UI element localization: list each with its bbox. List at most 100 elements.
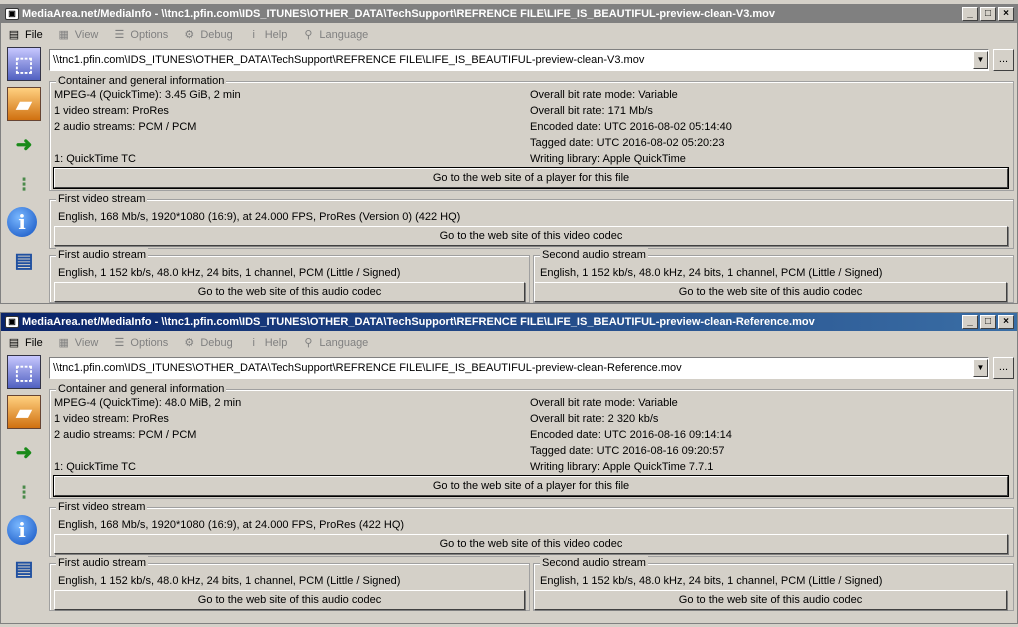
video-codec-website-button[interactable]: Go to the web site of this video codec — [54, 534, 1008, 554]
audio-codec-website-button[interactable]: Go to the web site of this audio codec — [54, 590, 525, 610]
container-info-group: Container and general information MPEG-4 … — [49, 74, 1014, 191]
audio-codec-website-button[interactable]: Go to the web site of this audio codec — [54, 282, 525, 302]
about-icon[interactable]: i — [7, 515, 37, 545]
menu-help[interactable]: i Help — [241, 28, 296, 42]
browse-button[interactable]: ... — [993, 357, 1014, 379]
menu-view[interactable]: ▦ View — [51, 28, 107, 42]
app-icon[interactable]: ▣ — [5, 8, 19, 20]
toolbar-sidebar: ⬚ ▰ ➜ ⁝ i ▤ — [4, 47, 44, 283]
menu-view[interactable]: ▦ View — [51, 336, 107, 350]
minimize-button[interactable]: _ — [962, 7, 978, 21]
menu-debug[interactable]: ⚙ Debug — [176, 336, 240, 350]
container-right-line: Writing library: Apple QuickTime 7.7.1 — [530, 461, 714, 473]
file-path-input[interactable] — [50, 54, 973, 66]
menu-help[interactable]: i Help — [241, 336, 296, 350]
container-left-line: 1: QuickTime TC — [54, 461, 136, 473]
menu-debug[interactable]: ⚙ Debug — [176, 28, 240, 42]
second-audio-stream-group: Second audio stream English, 1 152 kb/s,… — [533, 248, 1014, 303]
close-button[interactable]: × — [998, 315, 1014, 329]
video-stream-info: English, 168 Mb/s, 1920*1080 (16:9), at … — [58, 519, 405, 531]
audio-codec-website-button[interactable]: Go to the web site of this audio codec — [534, 590, 1007, 610]
file-path-combo[interactable]: ▼ — [49, 357, 989, 379]
open-folder-icon[interactable]: ▰ — [7, 87, 41, 121]
view-icon: ▦ — [58, 29, 69, 41]
group-legend: First video stream — [56, 192, 148, 206]
video-codec-website-button[interactable]: Go to the web site of this video codec — [54, 226, 1008, 246]
file-icon: ▤ — [8, 29, 20, 41]
mediainfo-window-2: ▣ MediaArea.net/MediaInfo - \\tnc1.pfin.… — [0, 312, 1018, 624]
audio-codec-website-button[interactable]: Go to the web site of this audio codec — [534, 282, 1007, 302]
group-legend: Second audio stream — [540, 556, 648, 570]
chevron-down-icon[interactable]: ▼ — [973, 359, 988, 377]
menu-label: Help — [264, 29, 288, 41]
menu-language[interactable]: ⚲ Language — [295, 336, 376, 350]
file-icon: ▤ — [8, 337, 20, 349]
container-left-line: 2 audio streams: PCM / PCM — [54, 429, 197, 441]
group-legend: Container and general information — [56, 74, 227, 88]
export-icon[interactable]: ➜ — [7, 127, 41, 161]
menu-label: Language — [319, 29, 369, 41]
preferences-icon[interactable]: ⁝ — [7, 475, 41, 509]
player-website-button[interactable]: Go to the web site of a player for this … — [53, 167, 1009, 189]
audio-stream-info: English, 1 152 kb/s, 48.0 kHz, 24 bits, … — [540, 267, 883, 279]
app-icon[interactable]: ▣ — [5, 316, 19, 328]
export-icon[interactable]: ➜ — [7, 435, 41, 469]
menu-label: Debug — [200, 29, 233, 41]
menu-file[interactable]: ▤ File — [1, 336, 51, 350]
sheet-view-icon[interactable]: ▤ — [7, 551, 41, 585]
container-right-line: Overall bit rate: 2 320 kb/s — [530, 413, 659, 425]
open-file-icon[interactable]: ⬚ — [7, 47, 41, 81]
menu-label: Debug — [200, 337, 233, 349]
about-icon[interactable]: i — [7, 207, 37, 237]
container-left-line: 1: QuickTime TC — [54, 153, 136, 165]
first-audio-stream-group: First audio stream English, 1 152 kb/s, … — [49, 248, 530, 303]
debug-icon: ⚙ — [184, 337, 195, 349]
group-legend: Container and general information — [56, 382, 227, 396]
file-path-combo[interactable]: ▼ — [49, 49, 989, 71]
container-right-line: Overall bit rate: 171 Mb/s — [530, 105, 653, 117]
container-left-line: MPEG-4 (QuickTime): 3.45 GiB, 2 min — [54, 89, 241, 101]
menu-label: Options — [130, 29, 169, 41]
title-bar[interactable]: ▣ MediaArea.net/MediaInfo - \\tnc1.pfin.… — [1, 313, 1017, 331]
close-button[interactable]: × — [998, 7, 1014, 21]
video-stream-info: English, 168 Mb/s, 1920*1080 (16:9), at … — [58, 211, 461, 223]
open-file-icon[interactable]: ⬚ — [7, 355, 41, 389]
toolbar-sidebar: ⬚ ▰ ➜ ⁝ i ▤ — [4, 355, 44, 591]
group-legend: First audio stream — [56, 556, 149, 570]
mediainfo-window-1: ▣ MediaArea.net/MediaInfo - \\tnc1.pfin.… — [0, 4, 1018, 304]
container-left-line: 2 audio streams: PCM / PCM — [54, 121, 197, 133]
container-right-line: Tagged date: UTC 2016-08-16 09:20:57 — [530, 445, 725, 457]
player-website-button[interactable]: Go to the web site of a player for this … — [53, 475, 1009, 497]
menu-label: File — [25, 337, 43, 349]
menu-language[interactable]: ⚲ Language — [295, 28, 376, 42]
container-right-line: Overall bit rate mode: Variable — [530, 89, 678, 101]
help-icon: i — [252, 29, 255, 41]
maximize-button[interactable]: □ — [980, 7, 996, 21]
second-audio-stream-group: Second audio stream English, 1 152 kb/s,… — [533, 556, 1014, 611]
minimize-button[interactable]: _ — [962, 315, 978, 329]
options-icon: ☰ — [114, 29, 125, 41]
maximize-button[interactable]: □ — [980, 315, 996, 329]
menu-file[interactable]: ▤ File — [1, 28, 51, 42]
browse-button[interactable]: ... — [993, 49, 1014, 71]
help-icon: i — [252, 337, 255, 349]
chevron-down-icon[interactable]: ▼ — [973, 51, 988, 69]
container-right-line: Writing library: Apple QuickTime — [530, 153, 686, 165]
open-folder-icon[interactable]: ▰ — [7, 395, 41, 429]
title-bar[interactable]: ▣ MediaArea.net/MediaInfo - \\tnc1.pfin.… — [1, 5, 1017, 23]
file-path-input[interactable] — [50, 362, 973, 374]
menu-bar: ▤ File ▦ View ☰ Options ⚙ Debug i Help ⚲… — [1, 25, 1017, 45]
menu-label: Options — [130, 337, 169, 349]
menu-options[interactable]: ☰ Options — [106, 336, 176, 350]
container-left-line: 1 video stream: ProRes — [54, 105, 169, 117]
audio-stream-info: English, 1 152 kb/s, 48.0 kHz, 24 bits, … — [540, 575, 883, 587]
menu-label: File — [25, 29, 43, 41]
menu-options[interactable]: ☰ Options — [106, 28, 176, 42]
container-left-line: 1 video stream: ProRes — [54, 413, 169, 425]
container-info-group: Container and general information MPEG-4 … — [49, 382, 1014, 499]
sheet-view-icon[interactable]: ▤ — [7, 243, 41, 277]
audio-stream-info: English, 1 152 kb/s, 48.0 kHz, 24 bits, … — [58, 575, 401, 587]
preferences-icon[interactable]: ⁝ — [7, 167, 41, 201]
menu-label: Language — [319, 337, 369, 349]
container-right-line: Overall bit rate mode: Variable — [530, 397, 678, 409]
